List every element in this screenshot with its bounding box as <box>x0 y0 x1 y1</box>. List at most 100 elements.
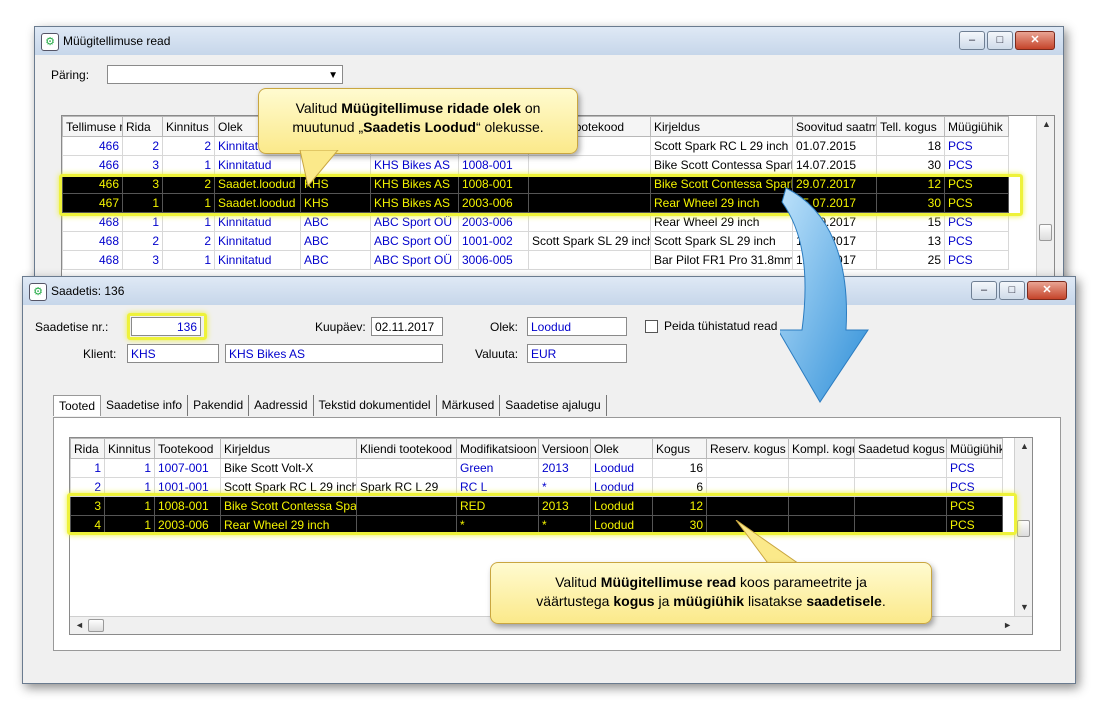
table-cell <box>854 458 947 478</box>
column-header[interactable]: Saadetud kogus <box>854 438 947 459</box>
tab-markused[interactable]: Märkused <box>437 395 501 416</box>
tab-saadetise-ajalugu[interactable]: Saadetise ajalugu <box>500 395 607 416</box>
table-cell: RC L <box>456 477 539 497</box>
table-cell: 1 <box>162 155 215 175</box>
minimize-button[interactable]: – <box>971 281 997 300</box>
maximize-button[interactable]: □ <box>999 281 1025 300</box>
table-cell: Scott Spark RC L 29 inch <box>650 136 793 156</box>
table-cell: KHS Bikes AS <box>370 193 459 213</box>
callout-status-changed: Valitud Müügitellimuse ridade olek on mu… <box>258 88 578 154</box>
minimize-button[interactable]: – <box>959 31 985 50</box>
vertical-scrollbar[interactable]: ▲ ▼ <box>1014 438 1032 616</box>
table-row[interactable]: 2 1 1001-001 Scott Spark RC L 29 inch Spark … <box>70 477 1003 497</box>
table-cell: Rear Wheel 29 inch <box>650 193 793 213</box>
table-cell: ABC <box>300 250 371 270</box>
table-row[interactable]: 3 1 1008-001 Bike Scott Contessa Spark RED 20… <box>70 496 1003 516</box>
scroll-down-icon[interactable]: ▼ <box>1020 602 1029 612</box>
shipment-no-field[interactable]: 136 <box>131 317 201 336</box>
scroll-thumb[interactable] <box>1017 520 1030 537</box>
table-cell: 01.07.2015 <box>792 136 877 156</box>
scroll-thumb[interactable] <box>1039 224 1052 241</box>
app-icon: ⚙ <box>29 283 47 301</box>
column-header[interactable]: Rida <box>70 438 105 459</box>
table-cell: 1 <box>70 458 105 478</box>
column-header[interactable]: Kogus <box>652 438 707 459</box>
table-cell: 1008-001 <box>458 155 529 175</box>
table-cell: Kinnitatud <box>214 212 301 232</box>
table-cell: ABC Sport OÜ <box>370 212 459 232</box>
table-cell: PCS <box>946 458 1003 478</box>
title-bar[interactable]: ⚙ Müügitellimuse read – □ ✕ <box>35 27 1063 55</box>
column-header[interactable]: Olek <box>590 438 653 459</box>
tab-pakendid[interactable]: Pakendid <box>188 395 250 416</box>
table-cell: Loodud <box>590 515 653 535</box>
tab-aadressid[interactable]: Aadressid <box>249 395 314 416</box>
column-header[interactable]: Kinnitus <box>104 438 155 459</box>
close-button[interactable]: ✕ <box>1015 31 1055 50</box>
table-cell: * <box>538 477 591 497</box>
hide-cancelled-label: Peida tühistatud read <box>664 319 778 333</box>
vertical-scrollbar[interactable]: ▲ <box>1036 116 1054 276</box>
table-cell: 6 <box>652 477 707 497</box>
scroll-left-icon[interactable]: ◄ <box>75 620 84 630</box>
table-cell: ABC <box>300 212 371 232</box>
column-header[interactable]: Modifikatsioon <box>456 438 539 459</box>
currency-field[interactable]: EUR <box>527 344 627 363</box>
query-select[interactable]: ▼ <box>107 65 343 84</box>
column-header[interactable]: Müügiühik <box>944 116 1009 137</box>
client-code-field[interactable]: KHS <box>127 344 219 363</box>
table-cell: 1001-001 <box>154 477 221 497</box>
column-header[interactable]: Kliendi tootekood <box>356 438 457 459</box>
table-cell: PCS <box>944 250 1009 270</box>
app-icon: ⚙ <box>41 33 59 51</box>
status-field[interactable]: Loodud <box>527 317 627 336</box>
tab-tekstid-dokumentidel[interactable]: Tekstid dokumentidel <box>314 395 437 416</box>
table-cell <box>788 496 855 516</box>
table-cell: PCS <box>944 193 1009 213</box>
table-cell: 2013 <box>538 496 591 516</box>
table-cell: 467 <box>62 193 123 213</box>
table-cell: 1 <box>122 193 163 213</box>
table-cell <box>854 496 947 516</box>
table-cell: 3 <box>122 250 163 270</box>
table-cell: Bike Scott Contessa Spark <box>220 496 357 516</box>
column-header[interactable]: Tellimuse r <box>62 116 123 137</box>
column-header[interactable]: Tootekood <box>154 438 221 459</box>
table-cell: PCS <box>944 212 1009 232</box>
client-name-field[interactable]: KHS Bikes AS <box>225 344 443 363</box>
column-header[interactable]: Reserv. kogus <box>706 438 789 459</box>
column-header[interactable]: Soovitud saatm <box>792 116 877 137</box>
hide-cancelled-checkbox[interactable] <box>645 320 658 333</box>
table-row[interactable]: 4 1 2003-006 Rear Wheel 29 inch * * Loodud 30 PC… <box>70 515 1003 535</box>
scroll-up-icon[interactable]: ▲ <box>1042 119 1051 129</box>
table-cell <box>356 496 457 516</box>
table-cell: Green <box>456 458 539 478</box>
close-button[interactable]: ✕ <box>1027 281 1067 300</box>
column-header[interactable]: Kinnitus <box>162 116 215 137</box>
table-row[interactable]: 1 1 1007-001 Bike Scott Volt-X Green 2013 Lood… <box>70 458 1003 478</box>
tab-tooted[interactable]: Tooted <box>53 395 102 416</box>
scroll-thumb-horizontal[interactable] <box>88 619 104 632</box>
callout-lines-added: Valitud Müügitellimuse read koos paramee… <box>490 562 932 624</box>
status-label: Olek: <box>490 320 519 334</box>
table-cell: Scott Spark SL 29 inch <box>528 231 651 251</box>
column-header[interactable]: Rida <box>122 116 163 137</box>
table-cell <box>854 515 947 535</box>
scroll-up-icon[interactable]: ▲ <box>1020 441 1029 451</box>
table-cell: PCS <box>944 136 1009 156</box>
column-header[interactable]: Müügiühik <box>946 438 1003 459</box>
title-bar[interactable]: ⚙ Saadetis: 136 – □ ✕ <box>23 277 1075 305</box>
table-cell: 1 <box>104 458 155 478</box>
column-header[interactable]: Kirjeldus <box>220 438 357 459</box>
column-header[interactable]: Kirjeldus <box>650 116 793 137</box>
tab-saadetise-info[interactable]: Saadetise info <box>101 395 189 416</box>
scroll-right-icon[interactable]: ► <box>1003 620 1012 630</box>
column-header[interactable]: Versioon <box>538 438 591 459</box>
table-row[interactable]: 466 3 1 Kinnitatud KHS Bikes AS 1008-001 Bike … <box>62 155 1009 175</box>
table-cell: 466 <box>62 155 123 175</box>
curved-arrow-icon <box>780 187 869 403</box>
column-header[interactable]: Tell. kogus <box>876 116 945 137</box>
maximize-button[interactable]: □ <box>987 31 1013 50</box>
date-field[interactable]: 02.11.2017 <box>371 317 443 336</box>
column-header[interactable]: Kompl. kogus <box>788 438 855 459</box>
